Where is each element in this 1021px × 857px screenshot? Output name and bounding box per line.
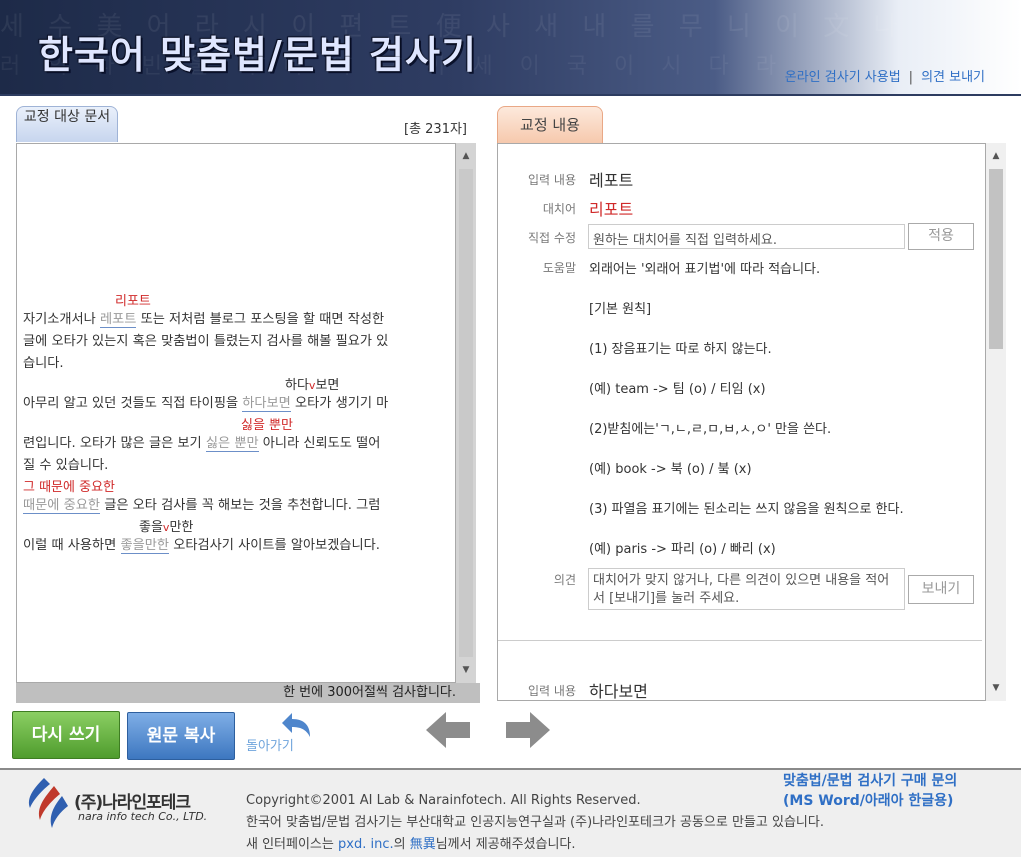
direct-edit-label: 직접 수정 <box>528 231 576 245</box>
help-label: 도움말 <box>542 261 576 275</box>
input-content-value: 레포트 <box>589 171 634 190</box>
logo-english-text: nara info tech Co., LTD. <box>78 810 208 823</box>
document-line: 이럴 때 사용하면 좋을만한 오타검사기 사이트를 알아보겠습니다. <box>23 536 380 556</box>
document-line: 질 수 있습니다. <box>23 458 109 473</box>
opinion-textarea[interactable]: 대치어가 맞지 않거나, 다른 의견이 있으면 내용을 적어서 [보내기]를 눌… <box>588 568 905 610</box>
scroll-up-icon[interactable]: ▲ <box>456 147 476 165</box>
scroll-thumb[interactable] <box>459 169 473 657</box>
rewrite-button[interactable]: 다시 쓰기 <box>12 711 120 759</box>
text-segment: 자기소개서나 <box>23 312 100 327</box>
error-word[interactable]: 때문에 중요한 <box>23 498 100 514</box>
header-links: 온라인 검사기 사용법 | 의견 보내기 <box>785 66 985 85</box>
help-text: (3) 파열음 표기에는 된소리는 쓰지 않음을 원칙으로 한다. <box>589 502 904 517</box>
scroll-down-icon[interactable]: ▼ <box>456 661 476 679</box>
replacement-label: 대치어 <box>542 202 576 216</box>
help-text: (1) 장음표기는 따로 하지 않는다. <box>589 342 772 357</box>
section-divider <box>498 640 982 641</box>
error-word[interactable]: 하다보면 <box>242 396 291 412</box>
send-feedback-link[interactable]: 의견 보내기 <box>921 70 985 85</box>
pxd-link[interactable]: pxd. inc. <box>338 837 394 852</box>
previous-arrow-icon[interactable] <box>422 708 474 752</box>
header-divider <box>0 94 1021 96</box>
tab-target-document[interactable]: 교정 대상 문서 <box>16 106 118 142</box>
document-line: 때문에 중요한 글은 오타 검사를 꼭 해보는 것을 추천합니다. 그럼 <box>23 496 380 516</box>
document-line: 아무리 알고 있던 것들도 직접 타이핑을 하다보면 오타가 생기기 마 <box>23 394 388 414</box>
text-segment: 또는 저처럼 블로그 포스팅을 할 때면 작성한 <box>136 312 385 327</box>
link-separator: | <box>908 70 914 85</box>
credit-line: 한국어 맞춤법/문법 검사기는 부산대학교 인공지능연구실과 (주)나라인포테크… <box>246 815 824 830</box>
text-segment: 오타가 생기기 마 <box>290 396 389 411</box>
help-text: (예) team -> 팀 (o) / 티임 (x) <box>589 382 766 397</box>
document-line: 련입니다. 오타가 많은 글은 보기 싫은 뿐만 아니라 신뢰도도 떨어 <box>23 434 380 454</box>
suggestion-label[interactable]: 싫을 뿐만 <box>241 416 293 436</box>
text-segment: 오타검사기 사이트를 알아보겠습니다. <box>169 538 380 553</box>
input-content-label: 입력 내용 <box>528 173 576 187</box>
text-segment: 글은 오타 검사를 꼭 해보는 것을 추천합니다. 그럼 <box>100 498 381 513</box>
send-button[interactable]: 보내기 <box>908 575 974 604</box>
suggestion-label[interactable]: 하다v보면 <box>285 376 339 396</box>
suggestion-label[interactable]: 좋을v만한 <box>139 518 193 538</box>
tab-correction-content[interactable]: 교정 내용 <box>497 106 603 143</box>
header-banner: 세 수 美 어 라 시 이 편 트 便 사 새 내 를 무 니 이 文 나 러 … <box>0 0 1021 94</box>
document-footer-note: 한 번에 300어절씩 검사합니다. <box>16 683 480 703</box>
input-content-value: 하다보면 <box>589 682 648 701</box>
page-title: 한국어 맞춤법/문법 검사기 <box>38 33 477 77</box>
opinion-label: 의견 <box>553 573 576 587</box>
company-logo: (주)나라인포테크 nara info tech Co., LTD. <box>22 774 222 834</box>
correction-panel: 입력 내용 레포트 대치어 리포트 직접 수정 원하는 대치어를 직접 입력하세… <box>497 143 986 701</box>
correction-scrollbar[interactable]: ▲ ▼ <box>986 143 1006 701</box>
purchase-inquiry-subtext: (MS Word/아래아 한글용) <box>783 793 954 809</box>
help-text: [기본 원칙] <box>589 302 652 317</box>
scroll-thumb[interactable] <box>989 169 1003 349</box>
copyright-line: Copyright©2001 AI Lab & Narainfotech. Al… <box>246 793 641 808</box>
text-segment: 련입니다. 오타가 많은 글은 보기 <box>23 436 206 451</box>
replacement-value[interactable]: 리포트 <box>589 196 633 220</box>
input-content-label: 입력 내용 <box>528 684 576 698</box>
suggestion-part: 하다 <box>285 378 309 393</box>
help-text: (예) paris -> 파리 (o) / 빠리 (x) <box>589 542 776 557</box>
error-word[interactable]: 레포트 <box>100 312 137 328</box>
logo-mark-icon <box>28 778 68 828</box>
scroll-down-icon[interactable]: ▼ <box>986 679 1006 697</box>
suggestion-part: 좋을 <box>139 520 163 535</box>
document-line: 습니다. <box>23 356 64 371</box>
next-arrow-icon[interactable] <box>502 708 554 752</box>
document-line: 자기소개서나 레포트 또는 저처럼 블로그 포스팅을 할 때면 작성한 <box>23 310 384 330</box>
document-area[interactable]: 리포트 자기소개서나 레포트 또는 저처럼 블로그 포스팅을 할 때면 작성한 … <box>16 143 456 683</box>
go-back-button[interactable]: 돌아가기 <box>246 711 316 757</box>
help-text: (2)받침에는'ㄱ,ㄴ,ㄹ,ㅁ,ㅂ,ㅅ,ㅇ' 만을 쓴다. <box>589 422 832 437</box>
interface-credit-line: 새 인터페이스는 pxd. inc.의 無異님께서 제공해주셨습니다. <box>246 834 824 856</box>
suggestion-part: 보면 <box>315 378 340 393</box>
credit-text: 의 <box>393 837 410 852</box>
designer-link[interactable]: 無異 <box>410 837 436 852</box>
usage-guide-link[interactable]: 온라인 검사기 사용법 <box>785 70 901 85</box>
apply-button[interactable]: 적용 <box>908 223 974 250</box>
suggestion-part: 만한 <box>169 520 194 535</box>
help-text: 외래어는 '외래어 표기법'에 따라 적습니다. <box>589 262 821 277</box>
suggestion-label[interactable]: 리포트 <box>115 292 151 312</box>
text-segment: 아니라 신뢰도도 떨어 <box>258 436 381 451</box>
text-segment: 이럴 때 사용하면 <box>23 538 121 553</box>
document-scrollbar[interactable]: ▲ ▼ <box>456 143 476 683</box>
error-word[interactable]: 싫은 뿐만 <box>205 436 259 452</box>
footer-copyright: Copyright©2001 AI Lab & Narainfotech. Al… <box>246 790 824 856</box>
copy-original-button[interactable]: 원문 복사 <box>127 712 235 760</box>
scroll-up-icon[interactable]: ▲ <box>986 147 1006 165</box>
help-text: (예) book -> 북 (o) / 붘 (x) <box>589 462 752 477</box>
credit-text: 님께서 제공해주셨습니다. <box>435 837 576 852</box>
go-back-label: 돌아가기 <box>246 739 294 754</box>
purchase-inquiry-link[interactable]: 맞춤법/문법 검사기 구매 문의 (MS Word/아래아 한글용) <box>783 771 957 811</box>
error-word[interactable]: 좋을만한 <box>120 538 170 554</box>
character-count: [총 231자] <box>404 122 468 137</box>
text-segment: 아무리 알고 있던 것들도 직접 타이핑을 <box>23 396 243 411</box>
direct-edit-input[interactable]: 원하는 대치어를 직접 입력하세요. <box>588 224 905 249</box>
purchase-inquiry-text: 맞춤법/문법 검사기 구매 문의 <box>783 773 958 789</box>
suggestion-label[interactable]: 그 때문에 중요한 <box>23 478 115 498</box>
document-line: 글에 오타가 있는지 혹은 맞춤법이 틀렸는지 검사를 해볼 필요가 있 <box>23 334 389 349</box>
credit-text: 새 인터페이스는 <box>246 837 338 852</box>
